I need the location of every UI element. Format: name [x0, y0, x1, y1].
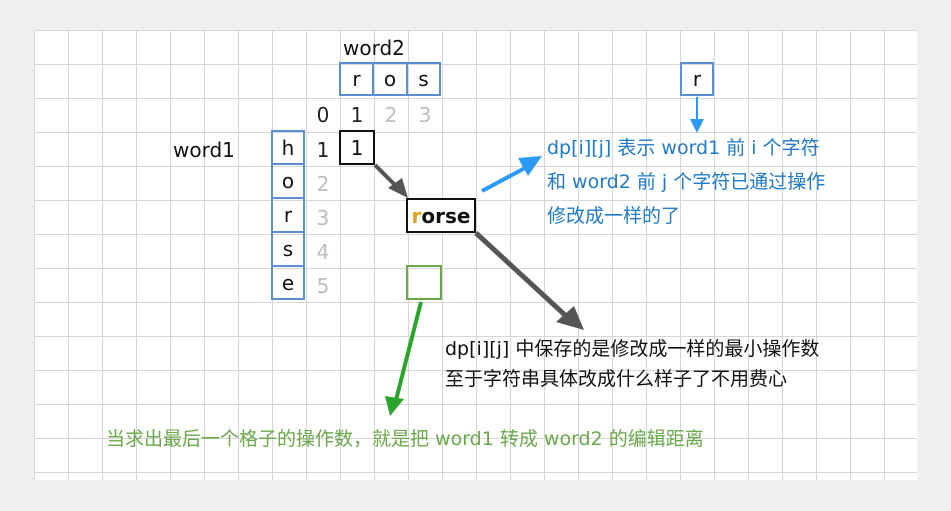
arrow-to-rorse-icon [373, 163, 408, 198]
arrows-layer [373, 97, 704, 416]
arrow-to-dark-note-icon [474, 231, 584, 330]
arrow-to-green-note-icon [385, 301, 423, 416]
arrow-down-icon [690, 97, 704, 133]
arrow-to-note-icon [481, 156, 542, 193]
